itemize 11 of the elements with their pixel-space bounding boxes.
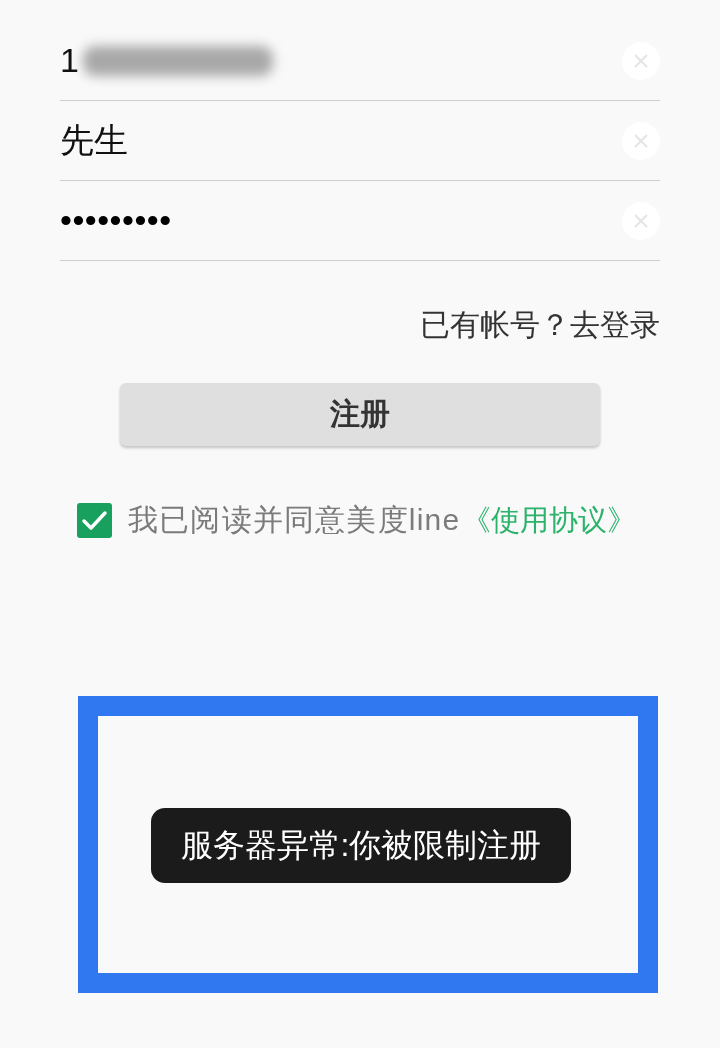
input-field[interactable]: 先生 bbox=[60, 110, 622, 171]
toast-message: 服务器异常:你被限制注册 bbox=[151, 808, 571, 883]
clear-icon[interactable] bbox=[622, 201, 660, 240]
register-button[interactable]: 注册 bbox=[120, 383, 600, 446]
login-link[interactable]: 已有帐号？去登录 bbox=[420, 307, 660, 343]
clear-icon[interactable] bbox=[622, 41, 660, 80]
clear-icon[interactable] bbox=[622, 121, 660, 160]
input-field[interactable]: 1 bbox=[60, 30, 622, 91]
input-field[interactable]: ••••••••• bbox=[60, 190, 622, 251]
agreement-label: 我已阅读并同意美度line bbox=[128, 502, 461, 538]
checkbox[interactable] bbox=[77, 502, 112, 538]
